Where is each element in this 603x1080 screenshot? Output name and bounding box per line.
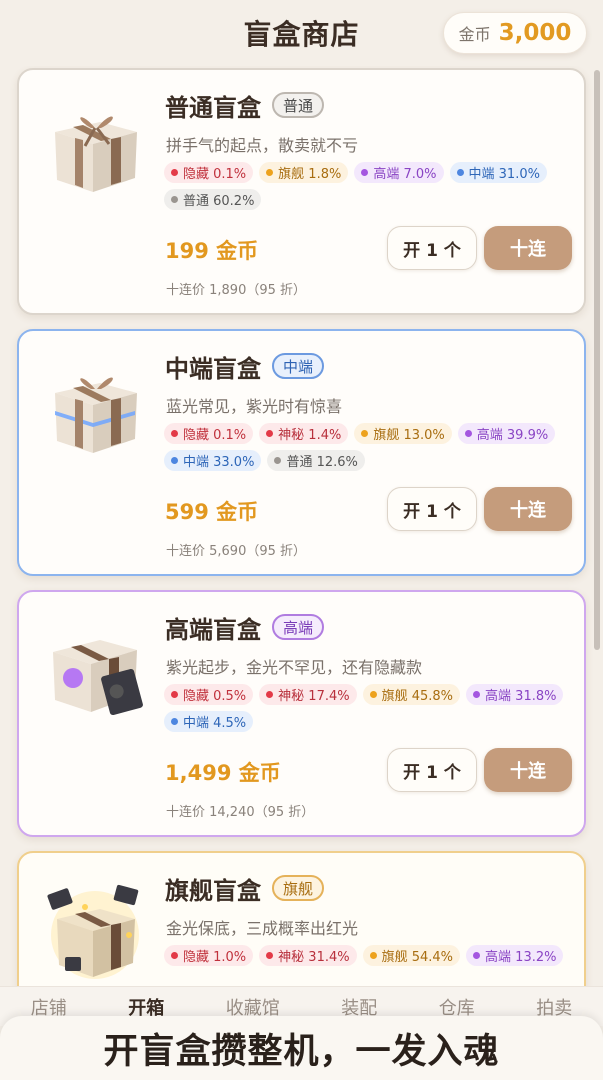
tier-badge: 旗舰: [272, 875, 325, 901]
ten-pull-button[interactable]: 十连: [484, 487, 572, 531]
box-description: 蓝光常见，紫光时有惊喜: [166, 397, 343, 416]
slogan-banner: 开盲盒攒整机，一发入魂: [0, 1016, 603, 1080]
odds-chip-flagship: 旗舰 13.0%: [354, 423, 452, 444]
open-one-button[interactable]: 开 1 个: [387, 226, 477, 270]
odds-list: 隐藏 0.1% 旗舰 1.8% 高端 7.0% 中端 31.0% 普通 60.2…: [164, 162, 574, 210]
ten-pull-price: 十连价 5,690（95 折）: [166, 544, 307, 559]
open-one-button[interactable]: 开 1 个: [387, 487, 477, 531]
odds-chip-high: 高端 39.9%: [457, 423, 556, 444]
tier-badge: 中端: [272, 353, 325, 379]
coin-label: 金币: [458, 25, 491, 44]
gift-box-icon: [47, 884, 139, 979]
box-card-mid: 中端盲盒 中端 蓝光常见，紫光时有惊喜 隐藏 0.1% 神秘 1.4% 旗舰 1…: [17, 329, 586, 576]
ten-pull-price: 十连价 14,240（95 折）: [166, 805, 315, 820]
odds-chip-hidden: 隐藏 0.1%: [164, 423, 254, 444]
box-price: 199 金币: [165, 239, 259, 263]
tier-badge: 高端: [272, 614, 325, 640]
ten-pull-price: 十连价 1,890（95 折）: [166, 283, 307, 298]
box-name: 旗舰盲盒: [165, 877, 261, 905]
odds-chip-normal: 普通 12.6%: [267, 450, 365, 471]
odds-chip-hidden: 隐藏 0.5%: [164, 684, 254, 705]
ten-pull-button[interactable]: 十连: [484, 748, 572, 792]
odds-chip-high: 高端 13.2%: [466, 945, 564, 966]
odds-chip-hidden: 隐藏 0.1%: [164, 162, 254, 183]
odds-chip-mystic: 神秘 31.4%: [259, 945, 357, 966]
odds-chip-mystic: 神秘 1.4%: [259, 423, 349, 444]
ten-pull-button[interactable]: 十连: [484, 226, 572, 270]
odds-chip-high: 高端 7.0%: [354, 162, 444, 183]
box-description: 紫光起步，金光不罕见，还有隐藏款: [166, 658, 423, 677]
gift-box-icon: [55, 377, 137, 453]
odds-chip-flagship: 旗舰 1.8%: [259, 162, 349, 183]
coin-value: 3,000: [498, 20, 572, 46]
box-description: 拼手气的起点，散卖就不亏: [166, 136, 359, 155]
header: 盲盒商店 金币 3,000: [0, 0, 603, 66]
odds-chip-mid: 中端 4.5%: [164, 711, 254, 732]
box-card-high: 高端盲盒 高端 紫光起步，金光不罕见，还有隐藏款 隐藏 0.5% 神秘 17.4…: [17, 590, 586, 837]
odds-list: 隐藏 1.0% 神秘 31.4% 旗舰 54.4% 高端 13.2%: [164, 945, 574, 966]
box-description: 金光保底，三成概率出红光: [166, 919, 359, 938]
coin-balance: 金币 3,000: [443, 12, 587, 54]
odds-list: 隐藏 0.1% 神秘 1.4% 旗舰 13.0% 高端 39.9% 中端 33.…: [164, 423, 574, 471]
open-one-button[interactable]: 开 1 个: [387, 748, 477, 792]
odds-chip-flagship: 旗舰 45.8%: [362, 684, 461, 705]
box-price: 1,499 金币: [165, 761, 281, 785]
odds-chip-normal: 普通 60.2%: [164, 189, 262, 210]
odds-list: 隐藏 0.5% 神秘 17.4% 旗舰 45.8% 高端 31.8% 中端 4.…: [164, 684, 574, 732]
box-name: 中端盲盒: [165, 355, 261, 383]
odds-chip-mid: 中端 33.0%: [164, 450, 262, 471]
odds-chip-high: 高端 31.8%: [466, 684, 564, 705]
gift-box-icon: [53, 640, 143, 716]
page-title: 盲盒商店: [243, 18, 360, 51]
tier-badge: 普通: [272, 92, 325, 118]
box-card-flagship: 旗舰盲盒 旗舰 金光保底，三成概率出红光 隐藏 1.0% 神秘 31.4% 旗舰…: [17, 851, 586, 986]
box-card-normal: 普通盲盒 普通 拼手气的起点，散卖就不亏 隐藏 0.1% 旗舰 1.8% 高端 …: [17, 68, 586, 315]
odds-chip-mystic: 神秘 17.4%: [259, 684, 357, 705]
box-list[interactable]: 普通盲盒 普通 拼手气的起点，散卖就不亏 隐藏 0.1% 旗舰 1.8% 高端 …: [0, 66, 603, 986]
box-name: 高端盲盒: [165, 616, 261, 644]
odds-chip-hidden: 隐藏 1.0%: [164, 945, 254, 966]
box-price: 599 金币: [165, 500, 259, 524]
box-name: 普通盲盒: [165, 94, 261, 122]
scrollbar[interactable]: [594, 70, 600, 650]
gift-box-icon: [55, 116, 137, 192]
odds-chip-flagship: 旗舰 54.4%: [362, 945, 461, 966]
odds-chip-mid: 中端 31.0%: [449, 162, 547, 183]
